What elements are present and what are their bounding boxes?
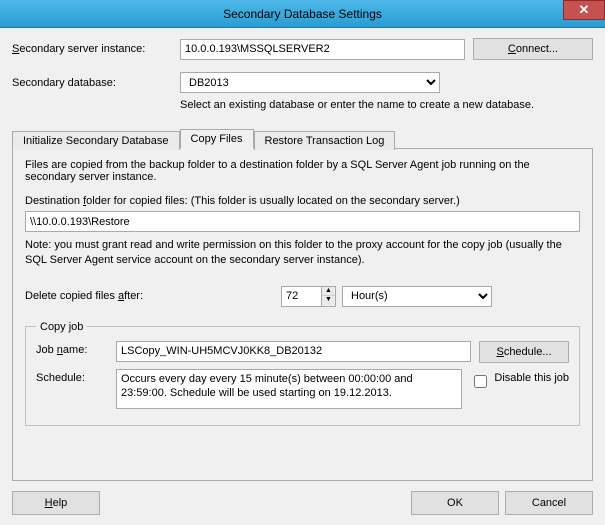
- copy-intro-text: Files are copied from the backup folder …: [25, 159, 580, 183]
- cancel-button[interactable]: Cancel: [505, 491, 593, 515]
- tab-restore-log[interactable]: Restore Transaction Log: [254, 131, 396, 150]
- window-title: Secondary Database Settings: [223, 7, 382, 21]
- delete-after-label: Delete copied files after:: [25, 290, 275, 302]
- help-button[interactable]: Help: [12, 491, 100, 515]
- server-instance-input[interactable]: [180, 39, 465, 60]
- close-button[interactable]: ✕: [563, 0, 605, 20]
- job-name-input[interactable]: [116, 341, 471, 362]
- secondary-db-hint: Select an existing database or enter the…: [180, 99, 593, 111]
- secondary-db-select[interactable]: DB2013: [180, 72, 440, 93]
- schedule-button[interactable]: Schedule...: [479, 341, 569, 363]
- delete-after-unit-select[interactable]: Hour(s): [342, 286, 492, 307]
- job-name-label: Job name:: [36, 341, 108, 356]
- secondary-db-label: Secondary database:: [12, 77, 172, 89]
- connect-button[interactable]: Connect...: [473, 38, 593, 60]
- copy-job-legend: Copy job: [36, 321, 87, 333]
- spin-down-icon[interactable]: ▼: [322, 296, 335, 305]
- copy-job-group: Copy job Job name: Schedule... Schedule:…: [25, 321, 580, 426]
- tab-copy-files[interactable]: Copy Files: [180, 129, 254, 149]
- ok-button[interactable]: OK: [411, 491, 499, 515]
- disable-job-checkbox[interactable]: [474, 375, 487, 388]
- dialog-footer: Help OK Cancel: [12, 481, 593, 515]
- permissions-note: Note: you must grant read and write perm…: [25, 238, 580, 268]
- delete-after-spinner[interactable]: ▲ ▼: [281, 286, 336, 307]
- disable-job-label: Disable this job: [494, 372, 569, 384]
- tab-strip: Initialize Secondary Database Copy Files…: [12, 129, 593, 148]
- dialog-content: Secondary server instance: Connect... Se…: [0, 28, 605, 525]
- schedule-text: Occurs every day every 15 minute(s) betw…: [116, 369, 462, 409]
- destination-folder-input[interactable]: [25, 211, 580, 232]
- server-instance-label: Secondary server instance:: [12, 43, 172, 55]
- tab-initialize[interactable]: Initialize Secondary Database: [12, 131, 180, 150]
- title-bar: Secondary Database Settings ✕: [0, 0, 605, 28]
- disable-job-control[interactable]: Disable this job: [470, 369, 569, 391]
- tab-panel-copy: Files are copied from the backup folder …: [12, 148, 593, 481]
- destination-label: Destination folder for copied files: (Th…: [25, 195, 580, 207]
- spin-up-icon[interactable]: ▲: [322, 287, 335, 296]
- delete-after-value[interactable]: [281, 286, 321, 307]
- schedule-label: Schedule:: [36, 369, 108, 384]
